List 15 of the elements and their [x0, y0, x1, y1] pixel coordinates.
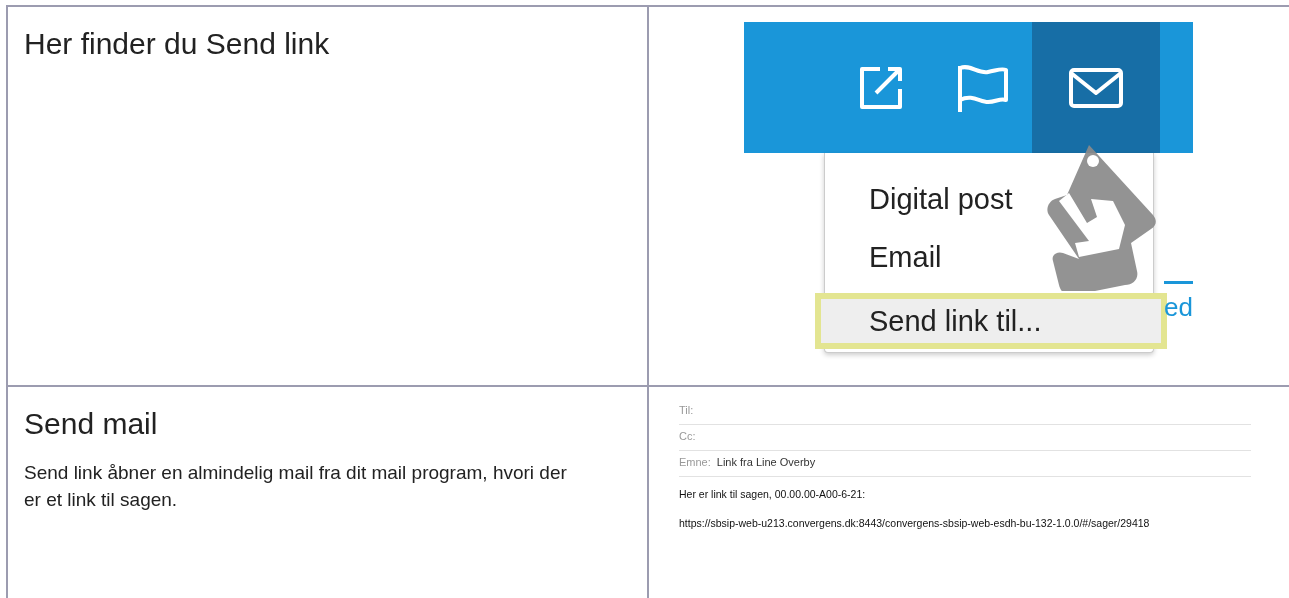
mail-body-text: Her er link til sagen, 00.00.00-A00-6-21: [679, 488, 867, 500]
section-heading: Send mail [24, 407, 159, 441]
field-label: Til: [679, 404, 694, 418]
partial-link-text: ed [1164, 281, 1193, 323]
envelope-icon [1068, 66, 1124, 109]
mail-field[interactable]: Emne: Link fra Line Overby [679, 451, 1251, 477]
menu-item[interactable]: Digital post [825, 175, 1153, 233]
field-label: Emne: [679, 456, 711, 470]
field-label: Cc: [679, 430, 696, 444]
description-text: Send link åbner en almindelig mail fra dit mail program, hvori der er et link til sagen. [24, 461, 568, 512]
field-value: Link fra Line Overby [716, 456, 816, 470]
menu-item[interactable]: Email [825, 233, 1153, 291]
mail-body-text: https://sbsip-web-u213.convergens.dk:8443/convergens-sbsip-web-esdh-bu-132-1.0.0/#/sager/29418 [679, 517, 1151, 529]
mail-button[interactable] [1032, 22, 1160, 153]
section-heading: Her finder du Send link [24, 27, 331, 61]
